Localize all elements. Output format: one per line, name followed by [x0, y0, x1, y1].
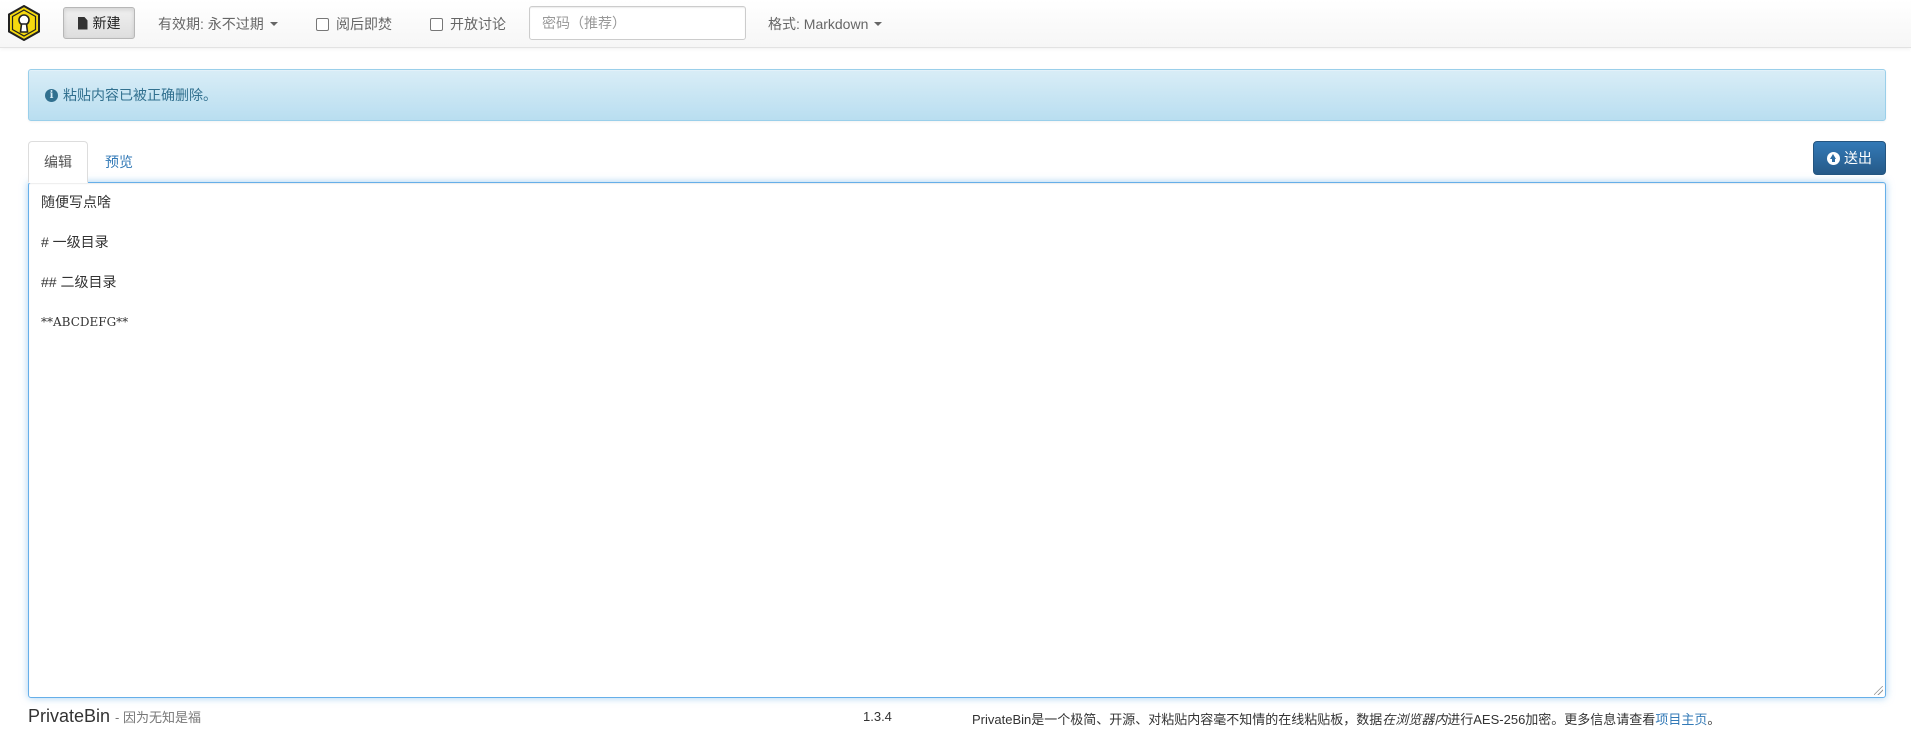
format-label: 格式: Markdown: [768, 16, 869, 32]
caret-down-icon: [874, 22, 883, 26]
info-icon: i: [45, 88, 58, 102]
resize-handle[interactable]: [1874, 686, 1883, 695]
editor-tabs: 编辑 预览: [28, 141, 150, 183]
editor-line: **ABCDEFG**: [41, 315, 129, 329]
burn-after-reading-option[interactable]: 阅后即焚: [316, 14, 392, 34]
description-text: 进行AES-256加密。更多信息请查看: [1447, 712, 1656, 727]
expiration-label: 有效期: 永不过期: [158, 16, 264, 32]
tab-preview[interactable]: 预览: [90, 141, 148, 183]
brand-tagline: - 因为无知是福: [115, 710, 201, 725]
footer-description: PrivateBin是一个极简、开源、对粘贴内容毫不知情的在线粘贴板，数据在浏览…: [972, 709, 1720, 728]
document-icon: [77, 16, 88, 30]
tab-edit[interactable]: 编辑: [28, 141, 88, 183]
description-text: PrivateBin是一个极简、开源、对粘贴内容毫不知情的在线粘贴板，数据: [972, 712, 1383, 727]
project-homepage-link[interactable]: 项目主页: [1655, 712, 1707, 727]
burn-after-reading-checkbox[interactable]: [316, 17, 329, 31]
status-alert: i 粘贴内容已被正确删除。: [28, 69, 1886, 121]
brand-name: PrivateBin: [28, 706, 111, 726]
status-message: 粘贴内容已被正确删除。: [63, 87, 217, 103]
paste-editor[interactable]: 随便写点啥 # 一级目录 ## 二级目录 **ABCDEFG**: [28, 182, 1886, 698]
description-emphasis: 在浏览器内: [1382, 712, 1448, 727]
upload-icon: [1827, 151, 1840, 165]
expiration-dropdown[interactable]: 有效期: 永不过期: [158, 14, 278, 34]
format-dropdown[interactable]: 格式: Markdown: [768, 14, 883, 34]
footer-brand: PrivateBin - 因为无知是福: [28, 706, 201, 727]
send-button[interactable]: 送出: [1813, 141, 1886, 175]
editor-line: 随便写点啥: [41, 194, 111, 210]
burn-after-reading-label: 阅后即焚: [336, 16, 392, 32]
privatebin-logo-icon[interactable]: [6, 5, 42, 41]
open-discussion-label: 开放讨论: [450, 16, 506, 32]
version-label: 1.3.4: [863, 709, 892, 724]
send-label: 送出: [1844, 150, 1872, 166]
new-paste-label: 新建: [92, 15, 121, 31]
caret-down-icon: [269, 22, 278, 26]
open-discussion-option[interactable]: 开放讨论: [430, 14, 506, 34]
navbar: 新建 有效期: 永不过期 阅后即焚 开放讨论 格式: Markdown: [0, 0, 1911, 48]
editor-line: # 一级目录: [41, 234, 109, 250]
description-end: 。: [1707, 712, 1721, 727]
password-input[interactable]: [529, 6, 746, 40]
open-discussion-checkbox[interactable]: [430, 17, 443, 31]
new-paste-button[interactable]: 新建: [63, 7, 135, 39]
editor-line: ## 二级目录: [41, 274, 117, 290]
